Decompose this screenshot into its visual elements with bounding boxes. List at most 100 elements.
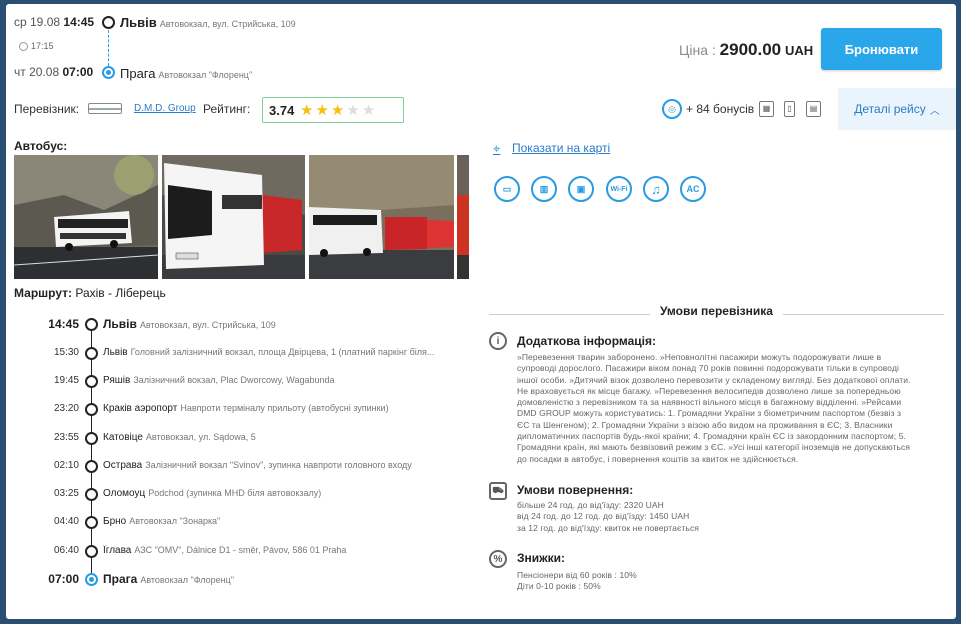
arrival-city: Прага Автовокзал "Флоренц" [120,66,253,81]
bus-photo-4[interactable] [457,155,469,279]
rating-box: 3.74 ★★★★★ [262,97,404,123]
star-icon: ★ [346,102,362,119]
music-icon: ♫ [643,176,669,202]
stop-name: Львів Автовокзал, вул. Стрийська, 109 [103,317,276,331]
route-stop: 15:30 Львів Головний залізничний вокзал, п… [6,346,476,362]
bonus: ◎ + 84 бонусів [662,99,754,119]
bus-label: Автобус: [14,139,68,153]
route-stop: 03:25 Оломоуц Podchod (зупинка MHD біля ав… [6,487,476,503]
condition-line: від 24 год. до 12 год. до від'їзду: 1450… [517,511,690,522]
stop-marker [85,403,98,416]
stop-time: 02:10 [53,460,79,471]
usb-icon: ▥ [531,176,557,202]
route-stop: 07:00 Прага Автовокзал "Флоренц" [6,572,476,588]
route-line [91,326,92,578]
usb-charge-icon: ▣ [568,176,594,202]
bus-photo-1[interactable] [14,155,158,279]
bus-icon [88,103,122,114]
stop-name: Острава Залізничний вокзал "Svinov", зупи… [103,460,412,471]
route-stop: 23:20 Краків аэропорт Навпроти терміналу п… [6,402,476,418]
stop-time: 23:55 [53,432,79,443]
stop-marker [85,516,98,529]
trip-duration: 17:15 [19,41,54,51]
departure-city: Львів Автовокзал, вул. Стрийська, 109 [120,15,296,30]
star-icon: ★ [361,102,378,119]
calendar-icon: ▦ [759,101,774,117]
stop-name: Їглава АЗС "OMV", Dálnice D1 - směr, Pávo… [103,545,347,556]
stop-time: 23:20 [53,403,79,414]
rating-value: 3.74 [269,103,295,118]
route-info: Маршрут: Рахів - Ліберець [14,286,166,300]
route-stop: 19:45 Ряшів Залізничний вокзал, Plac Dworc… [6,374,476,390]
stop-time: 03:25 [53,488,79,499]
stop-name: Прага Автовокзал "Флоренц" [103,572,234,586]
condition-line: до посадки в автобус, і повернення кошті… [517,453,799,464]
stop-marker [85,460,98,473]
conditions-title: Умови перевізника [489,304,944,318]
departure-datetime: ср 19.08 14:45 [14,15,95,29]
route-stop: 23:55 Катовіце Автовокзал, ул. Sądowa, 5 [6,431,476,447]
condition-line: ЄС та Шенгеном); 2. Громадяни України з … [517,419,893,430]
stop-time: 04:40 [53,516,79,527]
stop-name: Ряшів Залізничний вокзал, Plac Dworcowy, … [103,375,335,386]
refund-icon: ⛟ [489,482,507,500]
phone-ticket-icon: ▯ [784,101,795,117]
stop-name: Катовіце Автовокзал, ул. Sądowa, 5 [103,432,256,443]
carrier-link[interactable]: D.M.D. Group [134,103,196,114]
bus-photo-2[interactable] [162,155,305,279]
condition-line: іншої особи. »Дитячий візок дозволено пе… [517,374,911,385]
info-icon: i [489,332,507,350]
condition-line: Пенсіонери від 60 років : 10% [517,570,637,580]
stop-marker [85,347,98,360]
condition-line: супроводі дорослого. Пасажири віком пона… [517,363,899,374]
price: Ціна : 2900.00 UAH [679,40,814,59]
wifi-icon: Wi-Fi [606,176,632,202]
chevron-up-icon: ︿ [929,105,940,117]
ac-icon: AC [680,176,706,202]
condition-line: домовленістю з перевізником та за наявно… [517,397,902,408]
discount-text: Пенсіонери від 60 років : 10% Діти 0-10 р… [517,570,937,593]
rating-label: Рейтинг: [203,102,251,116]
stop-time: 19:45 [53,375,79,386]
condition-line: Громадяни країн, які мають безвізовий ре… [517,442,911,453]
discount-title: Знижки: [517,551,566,565]
condition-line: дипломатичних паспортів будь-якої країни… [517,431,907,442]
info-text: »Перевезення тварин заборонено. »Неповно… [517,352,949,465]
arrival-datetime: чт 20.08 07:00 [14,65,94,79]
details-button[interactable]: Деталі рейсу ︿ [838,88,956,130]
info-title: Додаткова інформація: [517,334,656,348]
stop-marker [85,573,98,586]
stop-name: Брно Автовокзал "Зонаркa" [103,516,221,527]
route-stop: 04:40 Брно Автовокзал "Зонаркa" [6,515,476,531]
route-stop: 06:40 Їглава АЗС "OMV", Dálnice D1 - směr,… [6,544,476,560]
carrier-label: Перевізник: [14,102,80,116]
arrival-marker [102,66,115,79]
route-stop: 02:10 Острава Залізничний вокзал "Svinov",… [6,459,476,475]
condition-line: за 12 год. до від'їзду: квиток не поверт… [517,522,700,533]
condition-line: більше 24 год. до від'їзду: 2320 UAH [517,500,664,510]
trip-card: ср 19.08 14:45 Львів Автовокзал, вул. Стр… [6,4,956,619]
bonus-icon: ◎ [662,99,682,119]
star-icon: ★ [315,102,331,119]
bus-photo-3[interactable] [309,155,454,279]
stop-marker [85,545,98,558]
map-pin-icon: ⌖ [493,141,501,156]
stop-name: Краків аэропорт Навпроти терміналу прильо… [103,403,389,414]
bus-ticket-icon: ▤ [806,101,821,117]
condition-line: Не враховується як місце багажу. »Переве… [517,385,901,396]
refund-text: більше 24 год. до від'їзду: 2320 UAH від … [517,500,937,534]
stop-marker [85,318,98,331]
condition-line: DMD GROUP можуть користуватись: 1. Грома… [517,408,902,419]
clock-icon [19,41,28,51]
condition-line: »Перевезення тварин заборонено. »Неповно… [517,352,882,362]
route-dashline [108,30,109,66]
stop-time: 06:40 [53,545,79,556]
stop-time: 15:30 [53,347,79,358]
show-map-link[interactable]: ⌖ Показати на карті [493,141,610,156]
stop-marker [85,375,98,388]
refund-title: Умови повернення: [517,483,634,497]
tv-icon: ▭ [494,176,520,202]
discount-icon: % [489,550,507,568]
route-stop: 14:45 Львів Автовокзал, вул. Стрийська, 10… [6,317,476,333]
book-button[interactable]: Бронювати [821,28,942,70]
